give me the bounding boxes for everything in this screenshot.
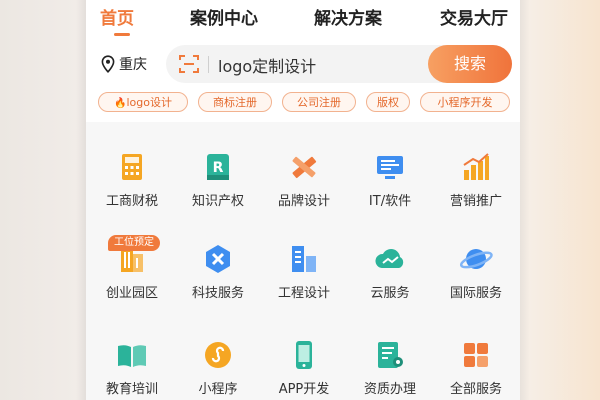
tab-cases[interactable]: 案例中心: [190, 4, 258, 29]
search-bar[interactable]: logo定制设计 搜索: [166, 45, 512, 83]
service-item-cloud[interactable]: 云服务: [348, 242, 432, 301]
service-item-startup-park[interactable]: 工位预定 创业园区: [90, 235, 174, 301]
service-item-mini-program[interactable]: 小程序: [176, 338, 260, 397]
certificate-icon: [378, 342, 403, 368]
service-item-tax[interactable]: 工商财税: [90, 150, 174, 209]
tab-home[interactable]: 首页: [100, 4, 134, 29]
search-button[interactable]: 搜索: [428, 45, 512, 83]
hot-tag-logo-design[interactable]: 🔥logo设计: [98, 92, 188, 112]
flame-icon: 🔥: [114, 98, 127, 109]
search-divider: [208, 56, 209, 73]
top-nav: 首页 案例中心 解决方案 交易大厅: [86, 0, 520, 40]
tax-calculator-icon: [122, 154, 142, 180]
hot-tag-trademark[interactable]: 商标注册: [198, 92, 272, 112]
software-monitor-icon: [377, 156, 403, 179]
service-grid: 工商财税 R 知识产权 品牌设计 IT/软件 营销推广 工位预定 创业园区 科技…: [86, 122, 520, 400]
active-tab-indicator: [114, 33, 130, 36]
location-selector[interactable]: 重庆: [100, 54, 147, 74]
right-shadow: [520, 0, 530, 400]
tab-solutions[interactable]: 解决方案: [314, 4, 382, 29]
engineering-buildings-icon: [292, 246, 316, 272]
app-screen: 首页 案例中心 解决方案 交易大厅 重庆 logo定制设计 搜索 🔥logo设计…: [86, 0, 520, 400]
hot-tag-mini-program-dev[interactable]: 小程序开发: [420, 92, 510, 112]
service-item-marketing[interactable]: 营销推广: [434, 150, 518, 209]
open-book-icon: [118, 345, 146, 367]
ip-register-icon: R: [207, 154, 229, 180]
tech-service-icon: [206, 245, 230, 273]
workspace-booking-badge: 工位预定: [108, 235, 160, 251]
service-item-app-dev[interactable]: APP开发: [262, 338, 346, 397]
service-item-engineering[interactable]: 工程设计: [262, 242, 346, 301]
service-item-international[interactable]: 国际服务: [434, 242, 518, 301]
service-item-brand-design[interactable]: 品牌设计: [262, 150, 346, 209]
mini-program-icon: [205, 342, 231, 368]
service-item-all[interactable]: 全部服务: [434, 338, 518, 397]
service-item-it-software[interactable]: IT/软件: [348, 150, 432, 209]
hot-tag-copyright[interactable]: 版权: [366, 92, 410, 112]
city-name: 重庆: [119, 57, 147, 73]
service-item-tech[interactable]: 科技服务: [176, 242, 260, 301]
planet-icon: [459, 249, 493, 269]
hot-tag-company-register[interactable]: 公司注册: [282, 92, 356, 112]
brand-pen-ruler-icon: [292, 156, 317, 179]
mobile-phone-icon: [296, 341, 312, 369]
left-shadow: [76, 0, 86, 400]
all-services-grid-icon: [464, 343, 488, 367]
service-item-qualification[interactable]: 资质办理: [348, 338, 432, 397]
marketing-chart-icon: [463, 153, 489, 180]
svg-text:R: R: [213, 160, 224, 176]
cloud-service-icon: [375, 249, 404, 268]
location-pin-icon: [101, 55, 115, 73]
search-input[interactable]: logo定制设计: [218, 53, 316, 77]
service-item-education[interactable]: 教育培训: [90, 338, 174, 397]
tab-trading-hall[interactable]: 交易大厅: [440, 4, 508, 29]
scan-icon[interactable]: [178, 53, 200, 75]
service-item-ip[interactable]: R 知识产权: [176, 150, 260, 209]
